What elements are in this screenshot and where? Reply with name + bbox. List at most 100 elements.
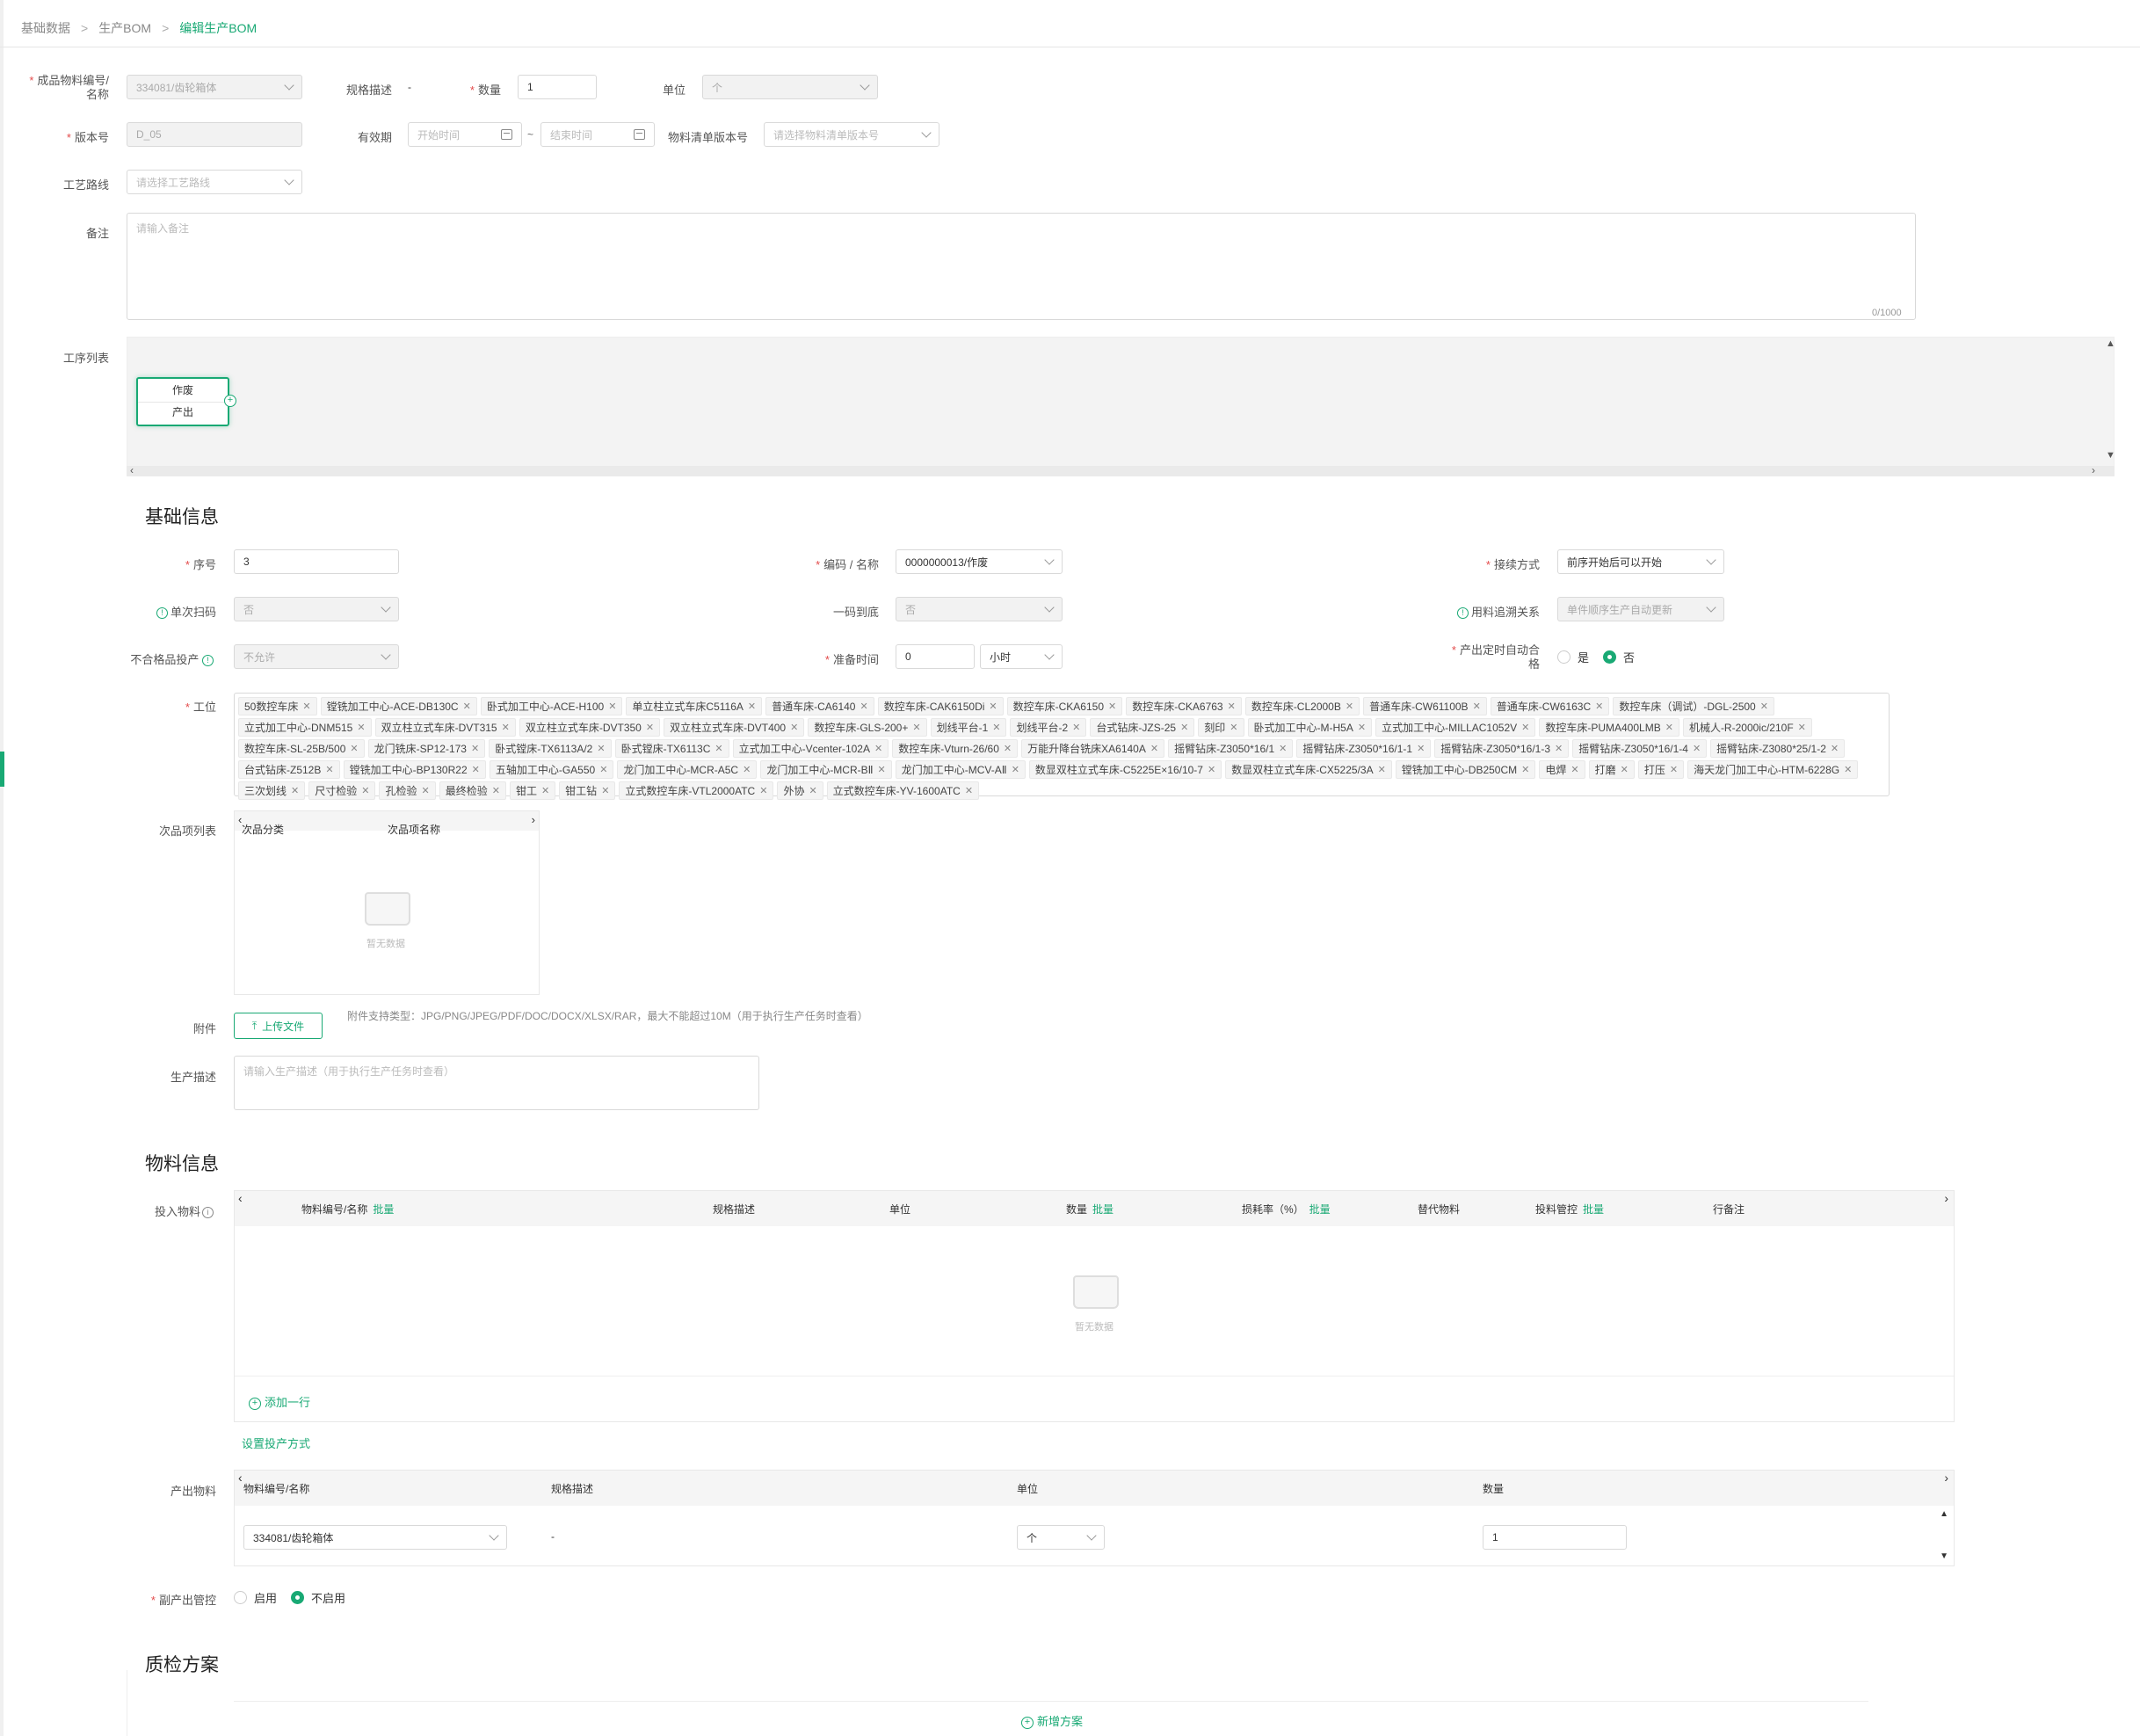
close-icon[interactable]: ✕ — [790, 722, 798, 733]
close-icon[interactable]: ✕ — [1108, 701, 1116, 712]
close-icon[interactable]: ✕ — [1844, 764, 1852, 775]
breadcrumb-item-bom[interactable]: 生产BOM — [98, 19, 151, 37]
set-production-mode-link[interactable]: 设置投产方式 — [242, 1435, 310, 1451]
close-icon[interactable]: ✕ — [1358, 722, 1366, 733]
close-icon[interactable]: ✕ — [502, 722, 510, 733]
product-select[interactable]: 334081/齿轮箱体 — [127, 75, 302, 99]
byproduct-enable-radio[interactable]: 启用 — [234, 1589, 277, 1606]
close-icon[interactable]: ✕ — [1228, 701, 1236, 712]
bom-version-select[interactable]: 请选择物料清单版本号 — [764, 122, 939, 147]
close-icon[interactable]: ✕ — [472, 764, 480, 775]
version-input[interactable]: D_05 — [127, 122, 302, 147]
byproduct-disable-radio[interactable]: 不启用 — [291, 1589, 345, 1606]
info-icon[interactable]: ! — [1456, 607, 1469, 620]
info-icon[interactable]: ! — [156, 607, 168, 620]
close-icon[interactable]: ✕ — [492, 785, 500, 796]
close-icon[interactable]: ✕ — [302, 701, 310, 712]
output-qty-input[interactable]: 1 — [1483, 1525, 1627, 1550]
add-plan-button[interactable]: + 新增方案 — [1021, 1712, 1083, 1729]
close-icon[interactable]: ✕ — [1473, 701, 1481, 712]
close-icon[interactable]: ✕ — [1279, 743, 1287, 754]
close-icon[interactable]: ✕ — [912, 722, 920, 733]
scroll-down-icon[interactable]: ▼ — [1940, 1551, 1948, 1561]
seq-input[interactable]: 3 — [234, 549, 399, 574]
scroll-left-icon[interactable]: ‹ — [238, 1471, 243, 1485]
close-icon[interactable]: ✕ — [1417, 743, 1425, 754]
output-unit-select[interactable]: 个 — [1017, 1525, 1105, 1550]
station-multi-select[interactable]: 50数控车床 ✕ 镗铣加工中心-ACE-DB130C ✕ 卧式加工中心-ACE-H100… — [234, 693, 1890, 800]
batch-link[interactable]: 批量 — [1309, 1203, 1331, 1216]
one-code-select[interactable]: 否 — [896, 597, 1063, 621]
close-icon[interactable]: ✕ — [1230, 722, 1237, 733]
close-icon[interactable]: ✕ — [1521, 764, 1529, 775]
remark-textarea[interactable]: 请输入备注 — [127, 213, 1916, 320]
close-icon[interactable]: ✕ — [541, 785, 549, 796]
prep-unit-select[interactable]: 小时 — [980, 644, 1063, 669]
batch-link[interactable]: 批量 — [1092, 1203, 1114, 1216]
batch-link[interactable]: 批量 — [373, 1203, 394, 1216]
close-icon[interactable]: ✕ — [715, 743, 722, 754]
close-icon[interactable]: ✕ — [992, 722, 1000, 733]
close-icon[interactable]: ✕ — [878, 764, 886, 775]
close-icon[interactable]: ✕ — [1798, 722, 1806, 733]
close-icon[interactable]: ✕ — [601, 785, 609, 796]
process-node[interactable]: 作废 产出 — [136, 377, 229, 426]
close-icon[interactable]: ✕ — [1831, 743, 1839, 754]
scroll-left-icon[interactable]: ‹ — [238, 1191, 243, 1205]
close-icon[interactable]: ✕ — [1346, 701, 1353, 712]
close-icon[interactable]: ✕ — [463, 701, 471, 712]
close-icon[interactable]: ✕ — [1665, 722, 1673, 733]
close-icon[interactable]: ✕ — [361, 785, 369, 796]
close-icon[interactable]: ✕ — [743, 764, 751, 775]
auto-qualify-no-radio[interactable]: 否 — [1603, 649, 1635, 665]
close-icon[interactable]: ✕ — [1621, 764, 1629, 775]
close-icon[interactable]: ✕ — [1004, 743, 1012, 754]
end-date-input[interactable]: 结束时间 — [540, 122, 655, 147]
single-scan-select[interactable]: 否 — [234, 597, 399, 621]
close-icon[interactable]: ✕ — [1571, 764, 1578, 775]
close-icon[interactable]: ✕ — [325, 764, 333, 775]
prep-input[interactable]: 0 — [896, 644, 975, 669]
close-icon[interactable]: ✕ — [809, 785, 816, 796]
connect-select[interactable]: 前序开始后可以开始 — [1557, 549, 1724, 574]
scroll-right-icon[interactable]: › — [1944, 1191, 1948, 1205]
scroll-right-icon[interactable]: › — [2092, 464, 2095, 476]
close-icon[interactable]: ✕ — [1012, 764, 1019, 775]
add-row-button[interactable]: + 添加一行 — [249, 1393, 310, 1410]
close-icon[interactable]: ✕ — [1693, 743, 1701, 754]
start-date-input[interactable]: 开始时间 — [408, 122, 522, 147]
close-icon[interactable]: ✕ — [1595, 701, 1603, 712]
trace-select[interactable]: 单件顺序生产自动更新 — [1557, 597, 1724, 621]
scroll-up-icon[interactable]: ▲ — [1940, 1509, 1948, 1519]
process-flow-canvas[interactable] — [127, 337, 2115, 467]
close-icon[interactable]: ✕ — [1760, 701, 1768, 712]
route-select[interactable]: 请选择工艺路线 — [127, 170, 302, 194]
close-icon[interactable]: ✕ — [1670, 764, 1678, 775]
reject-select[interactable]: 不允许 — [234, 644, 399, 669]
upload-file-button[interactable]: ⤒ 上传文件 — [234, 1013, 323, 1039]
close-icon[interactable]: ✕ — [350, 743, 358, 754]
qty-input[interactable]: 1 — [518, 75, 597, 99]
close-icon[interactable]: ✕ — [989, 701, 997, 712]
close-icon[interactable]: ✕ — [1072, 722, 1080, 733]
scroll-down-icon[interactable]: ▼ — [2106, 450, 2115, 461]
output-material-select[interactable]: 334081/齿轮箱体 — [243, 1525, 507, 1550]
batch-link[interactable]: 批量 — [1583, 1203, 1604, 1216]
scroll-right-icon[interactable]: › — [1944, 1471, 1948, 1485]
code-select[interactable]: 0000000013/作废 — [896, 549, 1063, 574]
close-icon[interactable]: ✕ — [1180, 722, 1188, 733]
close-icon[interactable]: ✕ — [608, 701, 616, 712]
flow-horizontal-scrollbar[interactable] — [127, 466, 2115, 476]
close-icon[interactable]: ✕ — [421, 785, 429, 796]
close-icon[interactable]: ✕ — [597, 743, 605, 754]
scroll-left-icon[interactable]: ‹ — [130, 464, 134, 476]
close-icon[interactable]: ✕ — [748, 701, 756, 712]
close-icon[interactable]: ✕ — [1150, 743, 1158, 754]
close-icon[interactable]: ✕ — [860, 701, 867, 712]
info-icon[interactable]: i — [202, 1207, 214, 1219]
auto-qualify-yes-radio[interactable]: 是 — [1557, 649, 1589, 665]
desc-textarea[interactable]: 请输入生产描述（用于执行生产任务时查看） — [234, 1056, 759, 1110]
close-icon[interactable]: ✕ — [759, 785, 767, 796]
breadcrumb-item-basic-data[interactable]: 基础数据 — [21, 19, 70, 37]
close-icon[interactable]: ✕ — [646, 722, 654, 733]
